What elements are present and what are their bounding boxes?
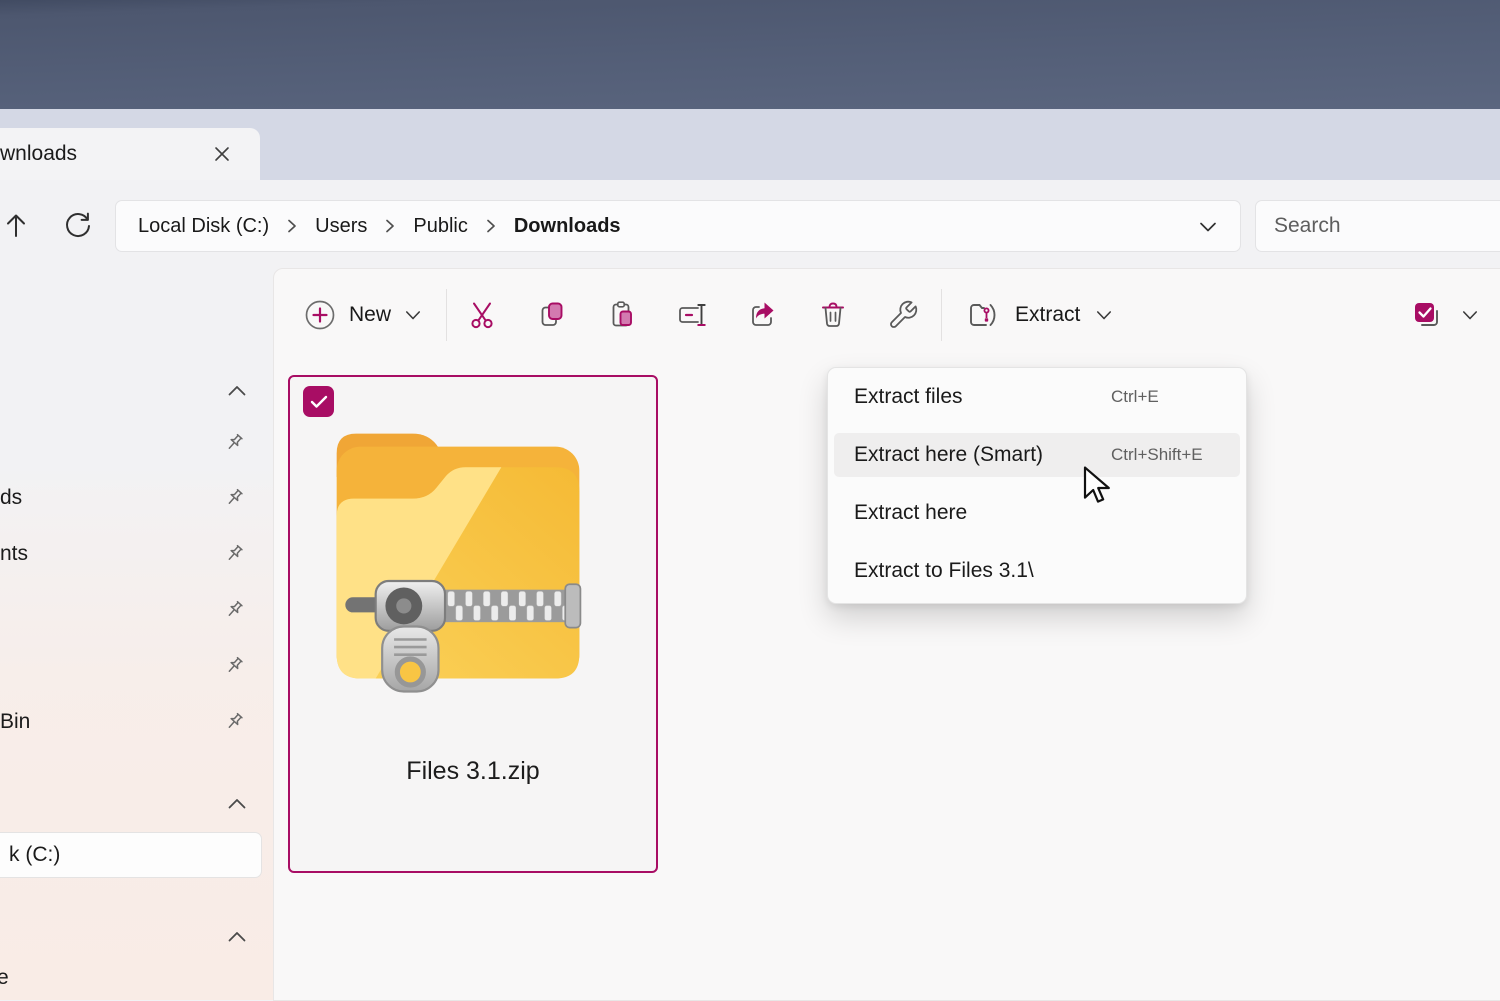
pin-icon[interactable]: [222, 654, 246, 678]
chevron-down-icon: [1096, 310, 1112, 321]
extract-context-menu: Extract files Ctrl+E Extract here (Smart…: [827, 367, 1247, 604]
new-button[interactable]: New: [296, 288, 434, 342]
sidebar-item-local-disk-c[interactable]: k (C:): [0, 832, 262, 878]
toolbar-separator: [446, 289, 447, 341]
refresh-button[interactable]: [56, 206, 100, 246]
mouse-cursor: [1082, 466, 1116, 504]
toolbar-separator: [941, 289, 942, 341]
menu-item-shortcut: Ctrl+E: [1111, 387, 1159, 407]
select-all-icon: [1408, 297, 1444, 333]
chevron-right-icon: [485, 218, 497, 234]
navigate-up-button[interactable]: [0, 206, 36, 246]
sidebar-item[interactable]: [0, 420, 273, 466]
menu-item-extract-to-folder[interactable]: Extract to Files 3.1\: [834, 549, 1240, 593]
archive-icon: [966, 298, 1000, 332]
breadcrumb[interactable]: Local Disk (C:) Users Public Downloads: [115, 200, 1241, 252]
tools-button[interactable]: [880, 292, 926, 338]
file-name-label: Files 3.1.zip: [290, 757, 656, 786]
breadcrumb-segment-local-disk[interactable]: Local Disk (C:): [138, 215, 269, 238]
tab-strip: wnloads: [0, 109, 1500, 180]
sidebar-item-recycle-bin[interactable]: Bin: [0, 699, 273, 745]
arrow-up-icon: [1, 211, 31, 241]
pin-icon[interactable]: [222, 710, 246, 734]
extract-button-label: Extract: [1015, 303, 1080, 327]
copy-button[interactable]: [530, 292, 576, 338]
paste-icon: [607, 299, 639, 331]
trash-icon: [817, 299, 849, 331]
pin-icon[interactable]: [222, 486, 246, 510]
menu-item-label: Extract here: [854, 501, 967, 525]
selection-options-button[interactable]: [1400, 292, 1486, 338]
paste-button[interactable]: [600, 292, 646, 338]
pin-icon[interactable]: [222, 542, 246, 566]
chevron-down-icon: [405, 310, 421, 321]
menu-item-label: Extract here (Smart): [854, 443, 1043, 467]
chevron-down-icon: [1462, 310, 1478, 321]
cut-icon: [467, 299, 499, 331]
copy-icon: [537, 299, 569, 331]
menu-item-shortcut: Ctrl+Shift+E: [1111, 445, 1203, 465]
sidebar-section-collapse-button[interactable]: [221, 921, 253, 951]
chevron-up-icon: [227, 930, 247, 943]
extract-button[interactable]: Extract: [956, 288, 1120, 342]
address-dropdown-button[interactable]: [1194, 215, 1222, 239]
tab-downloads[interactable]: wnloads: [0, 128, 260, 180]
chevron-right-icon: [286, 218, 298, 234]
zip-folder-icon: [308, 425, 608, 698]
rename-button[interactable]: [669, 292, 715, 338]
cut-button[interactable]: [460, 292, 506, 338]
menu-item-extract-here-smart[interactable]: Extract here (Smart) Ctrl+Shift+E: [834, 433, 1240, 477]
chevron-up-icon: [227, 384, 247, 397]
new-button-label: New: [349, 303, 391, 327]
breadcrumb-segment-users[interactable]: Users: [315, 215, 367, 238]
selection-checkbox[interactable]: [303, 386, 334, 417]
menu-item-extract-files[interactable]: Extract files Ctrl+E: [834, 375, 1240, 419]
menu-item-label: Extract to Files 3.1\: [854, 559, 1034, 583]
menu-item-extract-here[interactable]: Extract here: [834, 491, 1240, 535]
sidebar-item-partial[interactable]: e: [0, 966, 9, 990]
tab-close-button[interactable]: [206, 138, 238, 170]
tab-title: wnloads: [0, 128, 77, 180]
breadcrumb-segment-downloads[interactable]: Downloads: [514, 215, 621, 238]
file-item-files-3-1-zip[interactable]: Files 3.1.zip: [288, 375, 658, 873]
search-field[interactable]: [1255, 200, 1500, 252]
sidebar-item-label: ds: [0, 475, 22, 521]
rename-icon: [675, 299, 709, 331]
plus-circle-icon: [304, 299, 336, 331]
sidebar-item-label: Bin: [0, 699, 30, 745]
pin-icon[interactable]: [222, 598, 246, 622]
chevron-up-icon: [227, 797, 247, 810]
breadcrumb-segment-public[interactable]: Public: [413, 215, 467, 238]
search-input[interactable]: [1274, 214, 1494, 238]
sidebar-section-collapse-button[interactable]: [221, 788, 253, 818]
desktop-wallpaper: [0, 0, 1500, 109]
drive-label: k (C:): [9, 833, 60, 877]
close-icon: [214, 146, 230, 162]
sidebar-item[interactable]: [0, 643, 273, 689]
delete-button[interactable]: [810, 292, 856, 338]
chevron-down-icon: [1199, 221, 1217, 233]
sidebar-item-downloads[interactable]: ds: [0, 475, 273, 521]
sidebar-item-documents[interactable]: nts: [0, 531, 273, 577]
sidebar-section-collapse-button[interactable]: [221, 375, 253, 405]
share-button[interactable]: [740, 292, 786, 338]
check-icon: [310, 395, 328, 409]
wrench-icon: [887, 299, 919, 331]
share-icon: [747, 299, 779, 331]
menu-item-label: Extract files: [854, 385, 963, 409]
chevron-right-icon: [384, 218, 396, 234]
sidebar-item-label: nts: [0, 531, 28, 577]
pin-icon[interactable]: [222, 431, 246, 455]
sidebar-item[interactable]: [0, 587, 273, 633]
refresh-icon: [62, 210, 94, 242]
